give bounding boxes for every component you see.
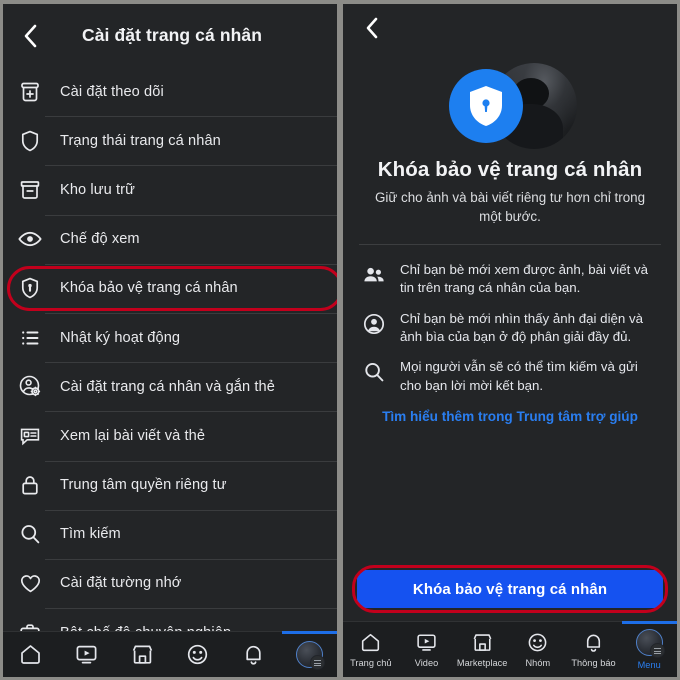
briefcase-icon (15, 618, 45, 631)
list-item-search[interactable]: Tìm kiếm (3, 509, 337, 559)
list-icon (15, 323, 45, 353)
nav-marketplace[interactable]: Marketplace (454, 622, 510, 677)
feature-list: Chỉ bạn bè mới xem được ảnh, bài viết và… (343, 245, 677, 407)
list-item-privacy-center[interactable]: Trung tâm quyền riêng tư (3, 460, 337, 510)
nav-label: Nhóm (525, 658, 551, 668)
people-icon (359, 261, 389, 287)
list-item-label: Xem lại bài viết và thẻ (60, 427, 206, 444)
list-item-label: Cài đặt tường nhớ (60, 575, 182, 592)
search-icon (359, 358, 389, 384)
feature-text: Mọi người vẫn sẽ có thể tìm kiếm và gửi … (400, 359, 638, 393)
nav-menu[interactable]: Menu (621, 622, 677, 677)
nav-label: Thông báo (571, 658, 616, 668)
list-item-view-as[interactable]: Chế độ xem (3, 214, 337, 264)
list-item-activity-log[interactable]: Nhật ký hoạt động (3, 312, 337, 362)
nav-marketplace[interactable] (114, 632, 170, 677)
help-center-link[interactable]: Tìm hiểu thêm trong Trung tâm trợ giúp (343, 407, 677, 424)
list-item-profile-tagging[interactable]: Cài đặt trang cá nhân và gắn thẻ (3, 362, 337, 411)
right-bottom-navigation: Trang chủ Video Marketplace Nhóm Thông b… (343, 621, 677, 677)
shield-lock-icon (15, 273, 45, 303)
lock-title: Khóa bảo vệ trang cá nhân (377, 158, 643, 181)
list-item-label: Chế độ xem (60, 231, 140, 248)
feature-text: Chỉ bạn bè mới nhìn thấy ảnh đại diện và… (400, 310, 644, 345)
nav-label: Trang chủ (350, 658, 392, 668)
lock-subtitle: Giữ cho ảnh và bài viết riêng tư hơn chỉ… (374, 190, 646, 225)
list-item-review-posts[interactable]: Xem lại bài viết và thẻ (3, 411, 337, 460)
feature-item-search-friend-requests: Mọi người vẫn sẽ có thể tìm kiếm và gửi … (359, 358, 659, 395)
page-title: Cài đặt trang cá nhân (81, 25, 263, 45)
list-item-memorial[interactable]: Cài đặt tường nhớ (3, 558, 337, 608)
menu-avatar-icon (635, 629, 665, 658)
list-item-label: Trạng thái trang cá nhân (60, 132, 221, 149)
person-circle-icon (359, 310, 389, 336)
nav-video[interactable]: Video (399, 622, 455, 677)
person-gear-icon (15, 372, 45, 402)
cta-container: Khóa bảo vệ trang cá nhân (343, 565, 677, 621)
nav-home[interactable]: Trang chủ (343, 622, 399, 677)
settings-list: Cài đặt theo dõi Trạng thái trang cá nhâ… (3, 67, 337, 631)
nav-label: Marketplace (456, 658, 508, 668)
eye-icon (15, 224, 45, 254)
list-item-label: Trung tâm quyền riêng tư (60, 477, 227, 494)
search-icon (15, 519, 45, 549)
nav-label: Menu (637, 660, 661, 670)
left-header: Cài đặt trang cá nhân (3, 4, 337, 67)
list-item-label: Tìm kiếm (60, 526, 121, 543)
feature-item-profile-photos: Chỉ bạn bè mới nhìn thấy ảnh đại diện và… (359, 310, 659, 347)
lock-icon (15, 470, 45, 500)
nav-home[interactable] (3, 632, 59, 677)
hero-illustration (343, 52, 677, 156)
menu-avatar-icon (295, 641, 325, 670)
nav-groups[interactable] (170, 632, 226, 677)
chevron-left-icon[interactable] (359, 15, 385, 41)
list-item-archive[interactable]: Kho lưu trữ (3, 165, 337, 214)
nav-groups[interactable]: Nhóm (510, 622, 566, 677)
list-item-professional-mode[interactable]: Bật chế độ chuyên nghiệp (3, 608, 337, 631)
nav-notifications[interactable] (226, 632, 282, 677)
left-screen-profile-settings: Cài đặt trang cá nhân Cài đặt theo dõi T… (3, 4, 337, 677)
list-item-label: Khóa bảo vệ trang cá nhân (60, 280, 238, 297)
nav-notifications[interactable]: Thông báo (566, 622, 622, 677)
dual-screenshot-container: Cài đặt trang cá nhân Cài đặt theo dõi T… (0, 0, 680, 680)
right-header (343, 4, 677, 52)
nav-label: Video (414, 658, 439, 668)
shield-icon (15, 126, 45, 156)
add-to-archive-icon (15, 77, 45, 107)
nav-video[interactable] (59, 632, 115, 677)
list-item-follow-settings[interactable]: Cài đặt theo dõi (3, 67, 337, 116)
right-screen-profile-lock: Khóa bảo vệ trang cá nhân Giữ cho ảnh và… (343, 4, 677, 677)
heart-icon (15, 568, 45, 598)
left-bottom-navigation (3, 631, 337, 677)
shield-lock-icon (449, 69, 523, 143)
feature-item-friends-only: Chỉ bạn bè mới xem được ảnh, bài viết và… (359, 261, 659, 298)
nav-menu[interactable] (281, 632, 337, 677)
list-item-profile-lock[interactable]: Khóa bảo vệ trang cá nhân (3, 263, 337, 313)
archive-box-icon (15, 175, 45, 205)
list-item-label: Cài đặt trang cá nhân và gắn thẻ (60, 378, 275, 395)
feature-text: Chỉ bạn bè mới xem được ảnh, bài viết và… (400, 262, 649, 296)
list-item-label: Nhật ký hoạt động (60, 329, 181, 346)
list-item-label: Cài đặt theo dõi (60, 83, 164, 100)
list-item-profile-status[interactable]: Trạng thái trang cá nhân (3, 116, 337, 165)
list-item-label: Kho lưu trữ (60, 181, 135, 198)
lock-profile-button[interactable]: Khóa bảo vệ trang cá nhân (357, 570, 663, 608)
comment-review-icon (15, 421, 45, 451)
